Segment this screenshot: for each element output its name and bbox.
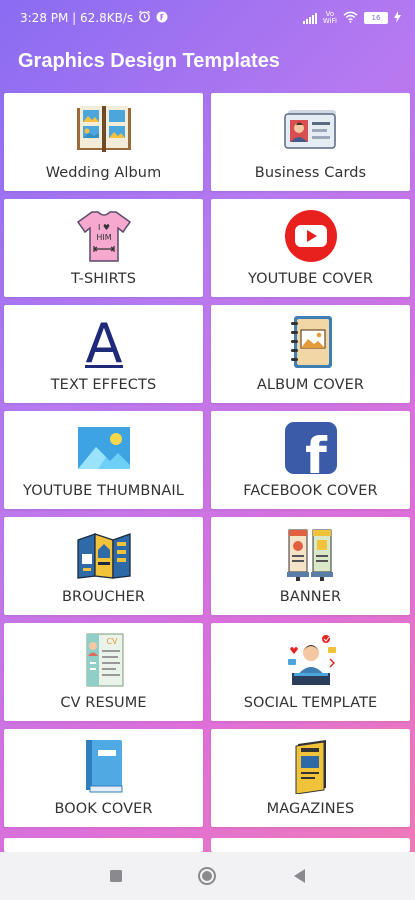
card-peek-left[interactable] [4, 838, 203, 852]
status-bar: 3:28 PM | 62.8KB/s Vo WiFi 16 [0, 0, 415, 36]
card-youtube-cover[interactable]: YOUTUBE COVER [211, 199, 410, 297]
facebook-icon: f [279, 419, 343, 477]
back-button[interactable] [279, 856, 319, 896]
cv-resume-icon: CV [72, 631, 136, 689]
card-social-template[interactable]: SOCIAL TEMPLATE [211, 623, 410, 721]
template-grid: Wedding Album Business Cards I ♥ HIM T-S… [4, 93, 410, 827]
app-notification-icon [156, 11, 168, 26]
card-facebook-cover[interactable]: f FACEBOOK COVER [211, 411, 410, 509]
status-time-speed: 3:28 PM | 62.8KB/s [20, 11, 134, 25]
youtube-icon [279, 207, 343, 265]
facebook-f-glyph: f [305, 427, 328, 475]
card-label: CV RESUME [60, 695, 147, 711]
letter-a-glyph: A [85, 314, 122, 370]
tshirt-icon: I ♥ HIM [72, 207, 136, 265]
card-label: Business Cards [254, 165, 367, 181]
alarm-icon [138, 10, 151, 26]
banner-icon [279, 525, 343, 583]
card-label: Wedding Album [45, 165, 162, 181]
charging-icon [394, 10, 401, 26]
card-label: YOUTUBE THUMBNAIL [23, 483, 184, 499]
card-broucher[interactable]: BROUCHER [4, 517, 203, 615]
tshirt-text-2: HIM [96, 233, 111, 242]
card-magazines[interactable]: MAGAZINES [211, 729, 410, 827]
card-label: T-SHIRTS [70, 271, 137, 287]
card-wedding-album[interactable]: Wedding Album [4, 93, 203, 191]
card-peek-right[interactable] [211, 838, 410, 852]
status-right: Vo WiFi 16 [302, 10, 401, 26]
recent-apps-button[interactable] [96, 856, 136, 896]
signal-icon [302, 12, 317, 24]
business-card-icon [279, 101, 343, 159]
page-title: Graphics Design Templates [18, 49, 280, 72]
navigation-bar [0, 852, 415, 900]
battery-icon: 16 [364, 12, 388, 24]
square-icon [109, 870, 122, 882]
vowifi-bottom: WiFi [322, 17, 337, 25]
magazine-icon [279, 737, 343, 795]
brochure-icon [72, 525, 136, 583]
letter-a-icon: A [72, 313, 136, 371]
card-label: BROUCHER [61, 589, 146, 605]
image-thumbnail-icon [72, 419, 136, 477]
card-label: YOUTUBE COVER [247, 271, 374, 287]
vowifi-indicator: Vo WiFi [323, 11, 337, 25]
card-album-cover[interactable]: ALBUM COVER [211, 305, 410, 403]
back-triangle-icon [294, 869, 306, 883]
card-tshirts[interactable]: I ♥ HIM T-SHIRTS [4, 199, 203, 297]
card-label: BANNER [279, 589, 342, 605]
card-label: TEXT EFFECTS [50, 377, 157, 393]
card-label: BOOK COVER [54, 801, 153, 817]
tshirt-text-1: I ♥ [97, 223, 109, 232]
card-label: FACEBOOK COVER [243, 483, 378, 499]
social-media-icon [279, 631, 343, 689]
album-notebook-icon [279, 313, 343, 371]
card-book-cover[interactable]: BOOK COVER [4, 729, 203, 827]
wifi-icon [343, 11, 358, 26]
wedding-album-icon [72, 101, 136, 159]
card-banner[interactable]: BANNER [211, 517, 410, 615]
app-bar: Graphics Design Templates [0, 36, 415, 86]
card-label: MAGAZINES [266, 801, 355, 817]
status-left: 3:28 PM | 62.8KB/s [20, 10, 168, 26]
battery-level: 16 [371, 14, 381, 22]
home-circle-icon [198, 867, 217, 885]
card-cv-resume[interactable]: CV CV RESUME [4, 623, 203, 721]
card-youtube-thumbnail[interactable]: YOUTUBE THUMBNAIL [4, 411, 203, 509]
book-icon [72, 737, 136, 795]
cv-glyph: CV [106, 637, 118, 646]
card-text-effects[interactable]: A TEXT EFFECTS [4, 305, 203, 403]
card-business-cards[interactable]: Business Cards [211, 93, 410, 191]
card-label: SOCIAL TEMPLATE [243, 695, 378, 711]
card-label: ALBUM COVER [256, 377, 365, 393]
home-button[interactable] [187, 856, 227, 896]
